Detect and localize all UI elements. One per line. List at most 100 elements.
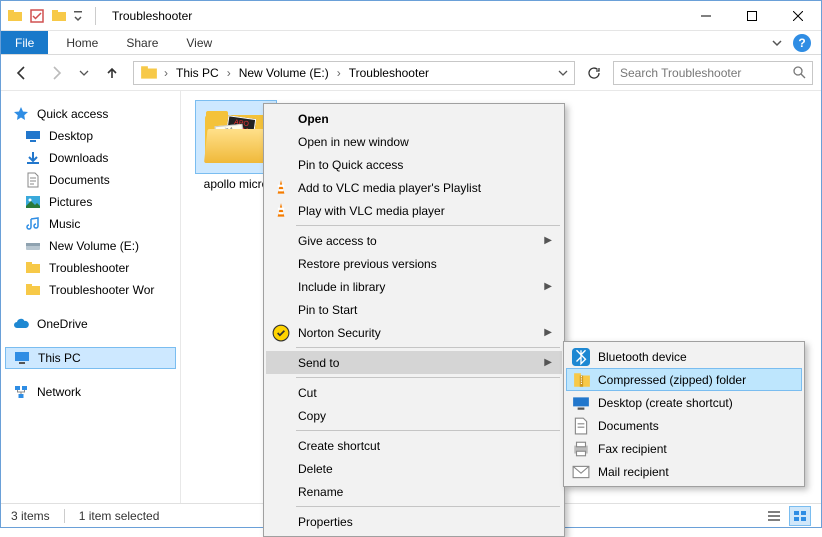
titlebar: Troubleshooter: [1, 1, 821, 31]
desktop-icon: [25, 128, 41, 144]
sidebar-item-troubleshooter-wor[interactable]: Troubleshooter Wor: [5, 279, 176, 301]
ctx-pin-start[interactable]: Pin to Start: [266, 298, 562, 321]
folder-icon: [25, 260, 41, 276]
ctx-include-library[interactable]: Include in library▶: [266, 275, 562, 298]
sendto-bluetooth[interactable]: Bluetooth device: [566, 345, 802, 368]
chevron-right-icon[interactable]: ›: [162, 66, 170, 80]
breadcrumb-dropdown-icon[interactable]: [554, 68, 572, 78]
sidebar-network[interactable]: Network: [5, 381, 176, 403]
ctx-give-access[interactable]: Give access to▶: [266, 229, 562, 252]
ctx-norton[interactable]: Norton Security▶: [266, 321, 562, 344]
desktop-icon: [572, 394, 590, 412]
music-icon: [25, 216, 41, 232]
mail-icon: [572, 463, 590, 481]
sidebar-item-desktop[interactable]: Desktop: [5, 125, 176, 147]
recent-dropdown[interactable]: [77, 60, 91, 86]
ctx-create-shortcut[interactable]: Create shortcut: [266, 434, 562, 457]
submenu-arrow-icon: ▶: [544, 327, 552, 338]
ctx-send-to[interactable]: Send to▶: [266, 351, 562, 374]
ctx-copy[interactable]: Copy: [266, 404, 562, 427]
ctx-open-new-window[interactable]: Open in new window: [266, 130, 562, 153]
chevron-right-icon[interactable]: ›: [225, 66, 233, 80]
menu-separator: [296, 506, 560, 507]
submenu-arrow-icon: ▶: [544, 235, 552, 246]
ribbon-tabs: File Home Share View ?: [1, 31, 821, 55]
fax-icon: [572, 440, 590, 458]
ribbon-expand-icon[interactable]: [771, 37, 783, 49]
sidebar-this-pc[interactable]: This PC: [5, 347, 176, 369]
submenu-arrow-icon: ▶: [544, 281, 552, 292]
back-button[interactable]: [9, 60, 35, 86]
sidebar-item-downloads[interactable]: Downloads: [5, 147, 176, 169]
document-icon: [25, 172, 41, 188]
maximize-button[interactable]: [729, 1, 775, 30]
ctx-cut[interactable]: Cut: [266, 381, 562, 404]
sendto-documents[interactable]: Documents: [566, 414, 802, 437]
separator: [64, 509, 65, 523]
qat-dropdown-icon[interactable]: [73, 8, 83, 24]
folder-thumbnail-icon: APOTEM in ALimi: [204, 111, 268, 163]
bluetooth-icon: [572, 348, 590, 366]
address-bar: › This PC › New Volume (E:) › Troublesho…: [1, 55, 821, 91]
window-title: Troubleshooter: [108, 9, 683, 23]
ctx-pin-quick-access[interactable]: Pin to Quick access: [266, 153, 562, 176]
ctx-open[interactable]: Open: [266, 107, 562, 130]
norton-icon: [272, 324, 290, 342]
vlc-icon: [272, 179, 290, 197]
sidebar-item-volume[interactable]: New Volume (E:): [5, 235, 176, 257]
sidebar-onedrive[interactable]: OneDrive: [5, 313, 176, 335]
sendto-mail[interactable]: Mail recipient: [566, 460, 802, 483]
sendto-fax[interactable]: Fax recipient: [566, 437, 802, 460]
search-input[interactable]: Search Troubleshooter: [613, 61, 813, 85]
view-thumbnails-button[interactable]: [789, 506, 811, 526]
ctx-rename[interactable]: Rename: [266, 480, 562, 503]
close-button[interactable]: [775, 1, 821, 30]
tab-file[interactable]: File: [1, 31, 48, 54]
sendto-compressed-folder[interactable]: Compressed (zipped) folder: [566, 368, 802, 391]
search-icon: [793, 66, 806, 79]
zip-icon: [573, 371, 591, 389]
menu-separator: [296, 377, 560, 378]
ctx-delete[interactable]: Delete: [266, 457, 562, 480]
sendto-desktop-shortcut[interactable]: Desktop (create shortcut): [566, 391, 802, 414]
tab-share[interactable]: Share: [112, 31, 172, 54]
up-button[interactable]: [99, 60, 125, 86]
breadcrumb[interactable]: › This PC › New Volume (E:) › Troublesho…: [133, 61, 575, 85]
document-icon: [572, 417, 590, 435]
tab-home[interactable]: Home: [52, 31, 112, 54]
crumb-folder[interactable]: Troubleshooter: [343, 62, 435, 84]
status-selection: 1 item selected: [79, 509, 160, 523]
sidebar-item-music[interactable]: Music: [5, 213, 176, 235]
folder-icon: [51, 8, 67, 24]
folder-icon: [7, 8, 23, 24]
ctx-restore-versions[interactable]: Restore previous versions: [266, 252, 562, 275]
picture-icon: [25, 194, 41, 210]
forward-button[interactable]: [43, 60, 69, 86]
sidebar-item-documents[interactable]: Documents: [5, 169, 176, 191]
context-menu: Open Open in new window Pin to Quick acc…: [263, 103, 565, 537]
tab-view[interactable]: View: [172, 31, 226, 54]
chevron-right-icon[interactable]: ›: [335, 66, 343, 80]
menu-separator: [296, 347, 560, 348]
help-icon[interactable]: ?: [793, 34, 811, 52]
crumb-volume[interactable]: New Volume (E:): [233, 62, 335, 84]
sidebar-quick-access[interactable]: Quick access: [5, 103, 176, 125]
qat-properties-icon[interactable]: [29, 8, 45, 24]
cloud-icon: [13, 316, 29, 332]
folder-icon: [25, 282, 41, 298]
view-details-button[interactable]: [763, 506, 785, 526]
sidebar-item-troubleshooter[interactable]: Troubleshooter: [5, 257, 176, 279]
search-placeholder: Search Troubleshooter: [620, 66, 793, 80]
minimize-button[interactable]: [683, 1, 729, 30]
ctx-properties[interactable]: Properties: [266, 510, 562, 533]
ctx-vlc-playlist[interactable]: Add to VLC media player's Playlist: [266, 176, 562, 199]
crumb-this-pc[interactable]: This PC: [170, 62, 225, 84]
refresh-button[interactable]: [583, 62, 605, 84]
status-item-count: 3 items: [11, 509, 50, 523]
download-icon: [25, 150, 41, 166]
ctx-vlc-play[interactable]: Play with VLC media player: [266, 199, 562, 222]
sidebar: Quick access Desktop Downloads Documents…: [1, 91, 181, 503]
separator: [95, 7, 96, 25]
menu-separator: [296, 430, 560, 431]
sidebar-item-pictures[interactable]: Pictures: [5, 191, 176, 213]
